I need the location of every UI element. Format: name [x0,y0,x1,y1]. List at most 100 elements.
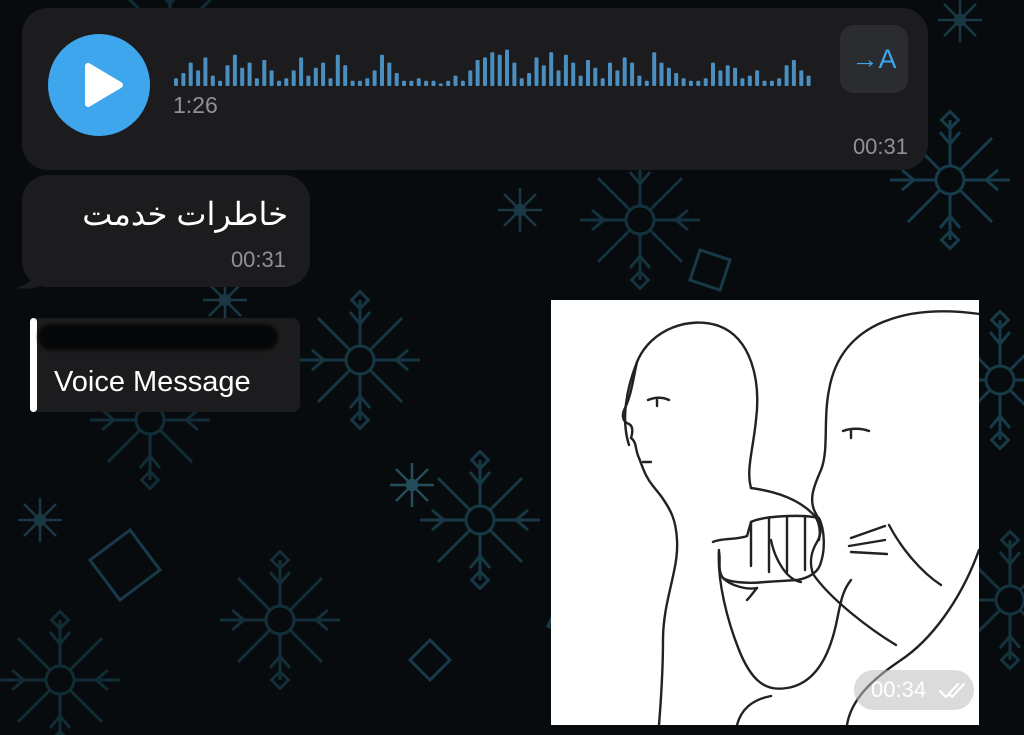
waveform-bar [460,80,465,86]
waveform-bar [277,80,281,86]
text-message-bubble[interactable]: خاطرات خدمت 00:31 [22,175,310,287]
message-text: خاطرات خدمت [82,196,288,232]
reply-preview[interactable]: Voice Message [30,318,300,412]
waveform-bar [571,62,576,86]
waveform-bar [637,75,642,86]
waveform-bar [490,52,495,86]
waveform-bar [409,80,414,86]
waveform-bar [416,78,421,86]
waveform-bar [372,70,377,86]
waveform-bar [475,60,480,86]
redacted-sender-name [38,324,278,350]
waveform-bar [483,57,487,86]
waveform-bar [578,75,583,86]
waveform-bar [549,52,554,86]
waveform-bar [608,62,612,86]
waveform-bar [681,78,686,86]
sticker-drawing [621,310,979,725]
waveform-bar [806,75,811,86]
waveform-bar [688,80,693,86]
waveform-bar [269,70,274,86]
waveform-bar [453,75,458,86]
waveform-bar [387,62,392,86]
waveform-bar [556,70,561,86]
transcribe-button[interactable]: →A [840,25,908,93]
waveform-bar [674,73,679,86]
waveform-bar [203,57,208,86]
waveform-bar [505,49,509,86]
waveform-bar [755,70,760,86]
waveform-bar [711,62,715,86]
waveform-bar [799,70,804,86]
reply-label: Voice Message [54,366,251,398]
image-message[interactable]: 00:34 [551,300,979,725]
waveform-bar [541,65,546,86]
waveform-bar [402,80,406,86]
waveform-bar [512,62,517,86]
waveform-bar [777,78,782,86]
waveform-bar [321,62,326,86]
waveform-bar [438,83,443,86]
voice-message-bubble[interactable]: 1:26 →A 00:31 [22,8,928,170]
waveform-bar [247,62,252,86]
waveform-bar [446,80,451,86]
waveform-bar [600,78,605,86]
waveform-bar [622,57,627,86]
waveform-bar [335,54,340,86]
waveform-bar [284,78,289,86]
message-time: 00:34 [871,677,927,702]
waveform-bar [299,57,304,86]
waveform-bar [188,62,193,86]
waveform-bar [232,54,237,86]
waveform-bar [291,70,296,86]
waveform-bar [365,78,370,86]
waveform-bar [740,78,745,86]
waveform-bar [659,62,664,86]
waveform-bar [718,70,723,86]
waveform-bar [343,65,348,86]
message-time: 00:31 [230,247,286,272]
waveform-bar [468,70,473,86]
voice-duration: 1:26 [173,92,218,118]
waveform-bar [630,62,635,86]
waveform-bar [210,75,215,86]
waveform-bar [497,54,502,86]
waveform-bar [652,52,657,86]
waveform-bar [218,80,223,86]
waveform-bar [615,70,620,86]
image-time-badge: 00:34 [854,670,974,710]
reply-accent-bar [30,318,37,412]
waveform-bar [747,75,752,86]
waveform-bar [725,65,730,86]
waveform-bar [380,54,384,86]
message-time: 00:31 [852,134,908,159]
waveform-bar [328,78,333,86]
waveform-bar [791,60,796,86]
waveform-bar [313,67,318,86]
waveform-bar [306,75,311,86]
play-icon [85,63,123,107]
waveform-bar [703,78,708,86]
waveform-bar [527,73,532,86]
voice-waveform[interactable] [174,46,814,86]
waveform-bar [240,67,245,86]
waveform-bar [769,80,774,86]
waveform-bar [431,80,436,86]
waveform-bar [254,78,259,86]
waveform-bar [394,73,399,86]
double-check-icon [938,682,966,699]
play-button[interactable] [48,34,150,136]
waveform-bar [762,80,767,86]
waveform-bar [563,54,568,86]
waveform-bar [174,78,178,86]
waveform-bar [181,73,186,86]
waveform-bar [519,78,524,86]
waveform-bar [196,70,201,86]
waveform-bar [357,80,362,86]
waveform-bar [593,67,598,86]
waveform-bar [696,80,701,86]
waveform-bar [644,80,649,86]
waveform-bar [262,60,267,86]
waveform-bar [733,67,738,86]
waveform-bar [666,67,671,86]
